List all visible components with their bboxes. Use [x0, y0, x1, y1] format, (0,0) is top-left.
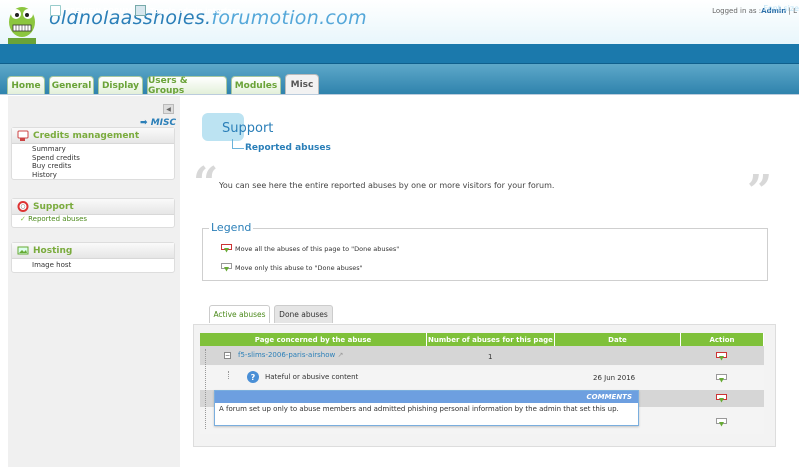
forum-logo-icon: [8, 7, 36, 46]
move-all-action-icon[interactable]: [716, 394, 727, 403]
intro-text: You can see here the entire reported abu…: [219, 181, 555, 190]
toggle-icon: [135, 5, 146, 16]
reported-abuses-label: Reported abuses: [28, 215, 88, 223]
header-count: Number of abuses for this page: [427, 333, 555, 346]
hosting-title: Hosting: [33, 245, 73, 256]
tab-misc[interactable]: Misc: [285, 74, 319, 95]
legend-move-all-text: Move all the abuses of this page to "Don…: [235, 244, 400, 253]
toggle-admin-button[interactable]: Toggle admin interface: [135, 4, 241, 17]
checkmark-icon: ✓: [20, 215, 29, 223]
tree-line: [228, 371, 229, 379]
credits-management-title: Credits management: [33, 130, 140, 141]
support-header: Support: [12, 199, 174, 215]
legend-item-move-one: Move only this abuse to "Done abuses": [221, 263, 363, 272]
page-link-text: f5-slims-2006-paris-airshow: [238, 351, 336, 359]
open-quote-icon: “: [193, 158, 219, 209]
sidebar-item-reported-abuses[interactable]: ✓ Reported abuses: [12, 215, 174, 224]
abuse-reason: Hateful or abusive content: [265, 373, 359, 381]
preview-forum-button[interactable]: PREVIEW FORUM: [50, 4, 132, 17]
legend-move-one-text: Move only this abuse to "Done abuses": [235, 263, 363, 272]
sidebar-item-buy-credits[interactable]: Buy credits: [12, 162, 174, 171]
font-size-control[interactable]: Font size: [764, 4, 799, 13]
hosting-box: Hosting Image host: [11, 242, 175, 273]
tab-home[interactable]: Home: [7, 76, 45, 95]
page-subtitle: Reported abuses: [245, 143, 331, 153]
abuse-date: 26 Jun 2016: [593, 374, 636, 382]
hosting-header: Hosting: [12, 243, 174, 259]
header-date: Date: [555, 333, 681, 346]
close-quote-icon: ”: [747, 166, 773, 217]
collapse-sidebar-icon[interactable]: ◀: [163, 104, 174, 114]
legend-box: [202, 228, 768, 281]
preview-label: PREVIEW FORUM: [65, 6, 133, 15]
credits-management-header: Credits management: [12, 128, 174, 144]
toggle-label: Toggle admin interface: [150, 6, 241, 15]
support-box: Support ✓ Reported abuses: [11, 198, 175, 228]
move-one-action-icon[interactable]: [716, 374, 727, 383]
subtitle-connector: [232, 139, 244, 149]
admin-toolbar: [0, 44, 799, 64]
tab-general[interactable]: General: [49, 76, 94, 95]
sidebar-item-spend-credits[interactable]: Spend credits: [12, 154, 174, 163]
help-icon[interactable]: ?: [247, 371, 259, 383]
logged-prefix: Logged in as :: [712, 7, 762, 15]
sidebar-item-summary[interactable]: Summary: [12, 145, 174, 154]
preview-icon: [50, 5, 61, 16]
move-one-action-icon[interactable]: [716, 418, 727, 427]
tooltip-text: A forum set up only to abuse members and…: [219, 405, 619, 413]
tooltip-title: COMMENTS: [215, 391, 638, 403]
external-link-icon: ↗: [337, 351, 344, 359]
sidebar-item-image-host[interactable]: Image host: [12, 259, 174, 269]
tree-line: [205, 349, 206, 429]
comments-tooltip: COMMENTS A forum set up only to abuse me…: [214, 390, 639, 426]
collapse-row-icon[interactable]: −: [224, 352, 231, 359]
legend-item-move-all: Move all the abuses of this page to "Don…: [221, 244, 399, 253]
credits-icon: [17, 130, 29, 141]
header-page: Page concerned by the abuse: [200, 333, 427, 346]
move-one-icon: [221, 263, 232, 272]
credits-management-box: Credits management Summary Spend credits…: [11, 127, 175, 180]
abuse-count: 1: [488, 353, 493, 361]
move-all-action-icon[interactable]: [716, 352, 727, 361]
tab-users-groups[interactable]: Users & Groups: [147, 76, 227, 96]
legend-title: Legend: [209, 221, 254, 234]
page-link[interactable]: f5-slims-2006-paris-airshow ↗: [238, 351, 343, 359]
support-lifebuoy-icon: [17, 201, 29, 212]
tab-done-abuses[interactable]: Done abuses: [274, 305, 333, 323]
sidebar-item-history[interactable]: History: [12, 171, 174, 180]
tab-modules[interactable]: Modules: [231, 76, 281, 95]
page-title: Support: [222, 121, 274, 136]
header-action: Action: [681, 333, 764, 346]
tab-display[interactable]: Display: [98, 76, 143, 95]
hosting-image-icon: [17, 246, 29, 255]
support-title: Support: [33, 201, 74, 212]
move-all-icon: [221, 244, 232, 253]
tab-active-abuses[interactable]: Active abuses: [209, 305, 270, 323]
